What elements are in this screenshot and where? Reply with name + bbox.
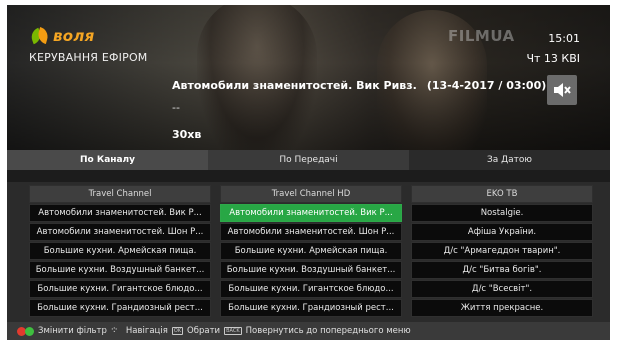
channel-header[interactable]: Travel Channel (29, 185, 211, 203)
green-button-icon (25, 326, 34, 336)
hint-select: Обрати (187, 326, 221, 336)
program-title: Автомобили знаменитостей. Вик Ривз. (172, 79, 417, 92)
brand-logo: воля (31, 27, 95, 45)
list-item[interactable]: Автомобили знаменитостей. Шон Р... (29, 223, 211, 241)
list-item[interactable]: Афіша України. (411, 223, 593, 241)
channel-column: Travel Channel Автомобили знаменитостей.… (29, 182, 211, 322)
channel-header[interactable]: Travel Channel HD (220, 185, 402, 203)
epg-grid: Travel Channel Автомобили знаменитостей.… (7, 182, 610, 322)
program-airdate: (13-4-2017 / 03:00) (426, 79, 547, 92)
navigation-arrows-icon (111, 325, 122, 337)
channel-watermark: FILMUA (448, 27, 515, 45)
list-item[interactable]: Автомобили знаменитостей. Вик Р... (29, 204, 211, 222)
hint-navigation: Навігація (125, 326, 168, 336)
list-item[interactable]: Большие кухни. Армейская пища. (29, 242, 211, 260)
epg-screen: воля КЕРУВАННЯ ЕФІРОМ FILMUA 15:01 Чт 13… (7, 5, 610, 340)
mute-speaker-icon (554, 83, 571, 97)
list-item[interactable]: Большие кухни. Грандиозный рест... (220, 299, 402, 317)
channel-header[interactable]: EKO ТВ (411, 185, 593, 203)
list-item[interactable]: Большие кухни. Воздушный банкет... (220, 261, 402, 279)
list-item[interactable]: Большие кухни. Воздушный банкет... (29, 261, 211, 279)
back-key-icon: BACK (224, 327, 242, 335)
hint-change-filter: Змінити фільтр (38, 326, 107, 336)
list-item-selected[interactable]: Автомобили знаменитостей. Вик Р... (220, 204, 402, 222)
list-item[interactable]: Д/с "Армагеддон тварин". (411, 242, 593, 260)
clock-date: Чт 13 КВІ (526, 52, 580, 65)
clock-time: 15:01 (548, 32, 580, 45)
channel-column: Travel Channel HD Автомобили знаменитост… (220, 182, 402, 322)
video-preview: воля КЕРУВАННЯ ЕФІРОМ FILMUA 15:01 Чт 13… (7, 5, 610, 150)
hint-back: Повернутись до попереднього меню (245, 326, 411, 336)
list-item[interactable]: Большие кухни. Гигантское блюдо... (29, 280, 211, 298)
list-item[interactable]: Д/с "Всесвіт". (411, 280, 593, 298)
tab-by-channel[interactable]: По Каналу (7, 150, 208, 170)
list-item[interactable]: Большие кухни. Гигантское блюдо... (220, 280, 402, 298)
list-item[interactable]: Життя прекрасне. (411, 299, 593, 317)
program-subtitle: -- (172, 101, 180, 114)
brand-name: воля (53, 27, 95, 45)
mute-button[interactable] (547, 75, 577, 105)
program-title-line: Автомобили знаменитостей. Вик Ривз. (13-4… (172, 79, 546, 92)
footer-hints: Змінити фільтр Навігація OK Обрати BACK … (7, 322, 610, 340)
list-item[interactable]: Автомобили знаменитостей. Шон Р... (220, 223, 402, 241)
channel-column: EKO ТВ Nostalgie. Афіша України. Д/с "Ар… (411, 182, 593, 322)
list-item[interactable]: Большие кухни. Грандиозный рест... (29, 299, 211, 317)
tab-by-date[interactable]: За Датою (409, 150, 610, 170)
list-item[interactable]: Nostalgie. (411, 204, 593, 222)
filter-tabs: По Каналу По Передачі За Датою (7, 150, 610, 170)
list-item[interactable]: Д/с "Битва богів". (411, 261, 593, 279)
tab-by-program[interactable]: По Передачі (208, 150, 409, 170)
program-duration: 30хв (172, 128, 202, 141)
ok-key-icon: OK (171, 327, 184, 335)
page-title: КЕРУВАННЯ ЕФІРОМ (29, 51, 148, 64)
list-item[interactable]: Большие кухни. Армейская пища. (220, 242, 402, 260)
leaf-logo-icon (31, 27, 49, 45)
